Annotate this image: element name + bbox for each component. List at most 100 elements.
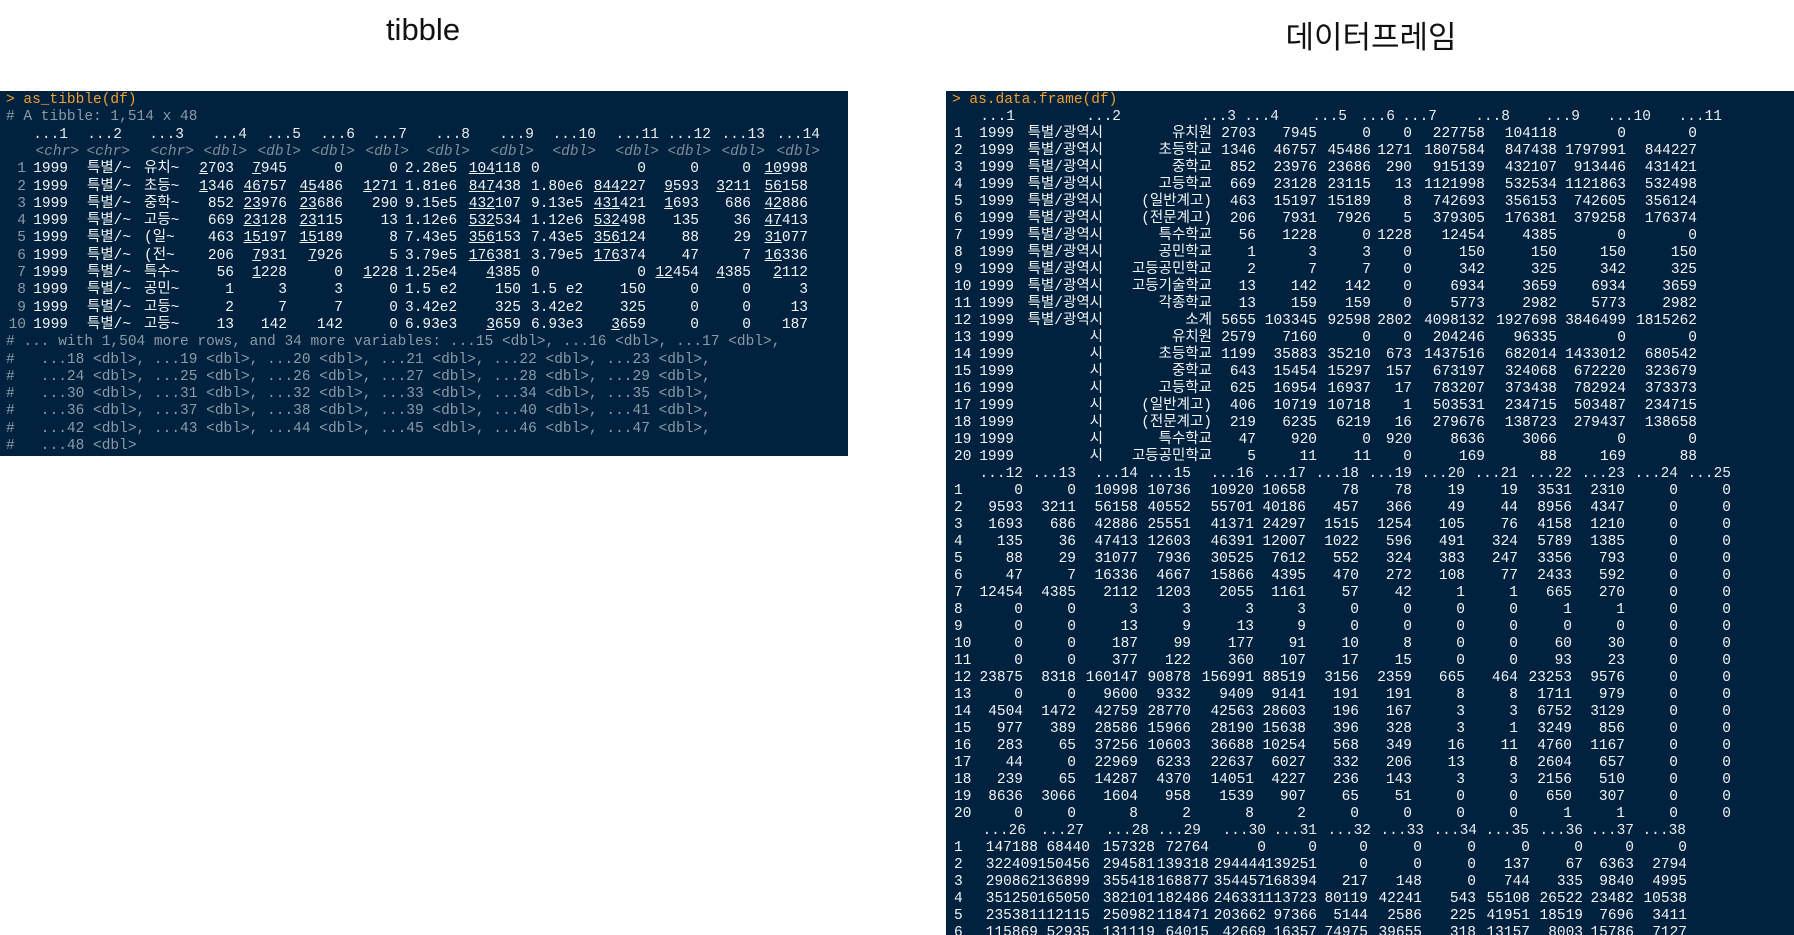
table-cell: 532534	[1504, 177, 1557, 193]
table-cell: 소계	[1185, 313, 1212, 329]
table-cell: 3	[334, 282, 343, 299]
table-cell: 1999	[979, 398, 1014, 414]
table-cell: 182486	[1156, 891, 1209, 907]
table-cell: 중학교	[1171, 160, 1212, 176]
table-cell: 1999	[33, 282, 68, 299]
table-cell: 10719	[1273, 398, 1317, 414]
table-cell: 1346	[199, 178, 234, 195]
tibble-console[interactable]: > as_tibble(df) # A tibble: 1,514 x 48 .…	[0, 91, 848, 456]
table-cell: 187	[781, 316, 808, 333]
table-cell: 142	[260, 316, 287, 333]
table-cell: 0	[690, 299, 699, 316]
table-cell: 65	[1341, 789, 1359, 805]
row-name: 11	[954, 653, 972, 669]
table-cell: 1807584	[1424, 143, 1485, 159]
table-cell: 979	[1598, 687, 1625, 703]
table-cell: 342	[1599, 262, 1626, 278]
table-cell: 169	[1599, 449, 1626, 465]
table-cell: 특별/~	[87, 316, 132, 333]
row-name: 7	[954, 228, 963, 244]
table-cell: 1437516	[1424, 347, 1485, 363]
column-header: ...11	[615, 126, 659, 143]
table-row: 1 147188 68440 157328 72764 0 0 0 0 0 0 0 0 0	[946, 840, 1794, 857]
table-cell: 42	[1394, 585, 1412, 601]
table-cell: 294444	[1213, 857, 1266, 873]
table-cell: 30	[1607, 636, 1625, 652]
column-type: <dbl>	[615, 143, 659, 160]
table-cell: 1210	[1590, 517, 1625, 533]
console-line: > as.data.frame(df)	[946, 92, 1794, 109]
table-cell: 0	[1669, 653, 1678, 669]
table-cell: 47	[681, 247, 699, 264]
table-cell: 1271	[1377, 143, 1412, 159]
table-cell: 0	[1521, 840, 1530, 856]
table-cell: 3066	[1041, 789, 1076, 805]
table-cell: 28586	[1094, 721, 1138, 737]
table-cell: 4385	[1041, 585, 1076, 601]
table-cell: 64015	[1165, 925, 1209, 935]
table-cell: 23253	[1528, 670, 1572, 686]
table-cell: 1999	[979, 245, 1014, 261]
column-type: <dbl>	[203, 143, 247, 160]
table-cell: 2802	[1377, 313, 1412, 329]
table-cell: 1	[1509, 585, 1518, 601]
table-row: 8 0 0 3 3 3 3 0 0 0 0 1 1 0 0	[946, 602, 1794, 619]
table-cell: 특별/광역시	[1027, 262, 1103, 278]
table-cell: 7696	[1599, 908, 1634, 924]
table-cell: 7	[278, 299, 287, 316]
column-header: ...7	[1402, 109, 1437, 125]
table-cell: 0	[1456, 602, 1465, 618]
table-cell: 0	[1456, 636, 1465, 652]
table-cell: 324068	[1504, 364, 1557, 380]
table-cell: 672220	[1573, 364, 1626, 380]
table-cell: 8	[1509, 687, 1518, 703]
row-number: 5	[17, 230, 26, 247]
table-row: 3 290862 136899 355418 168877 354457 168394 217…	[946, 874, 1794, 891]
footer-comment: # ...30 <dbl>, ...31 <dbl>, ...32 <dbl>,…	[6, 386, 711, 403]
table-cell: 7	[1067, 568, 1076, 584]
column-header: ...24	[1634, 466, 1678, 482]
column-header: ...20	[1421, 466, 1465, 482]
table-cell: 246331	[1213, 891, 1266, 907]
table-cell: 279676	[1432, 415, 1485, 431]
table-row: 6 115869 52935 131119 64015 42669 16357 74975 39…	[946, 925, 1794, 935]
table-cell: 18519	[1539, 908, 1583, 924]
table-cell: 1999	[979, 381, 1014, 397]
table-cell: 0	[637, 161, 646, 178]
row-name: 11	[954, 296, 972, 312]
table-cell: 4347	[1590, 500, 1625, 516]
row-name: 5	[954, 908, 963, 924]
table-cell: 204246	[1432, 330, 1485, 346]
table-cell: 특별/광역시	[1027, 296, 1103, 312]
table-cell: 80119	[1324, 891, 1368, 907]
table-cell: 특별/광역시	[1027, 143, 1103, 159]
column-type: <dbl>	[257, 143, 301, 160]
table-row: 2 1999 특별/광역시 초등학교 1346 46757 45486 1271 1807584…	[946, 143, 1794, 160]
table-cell: 0	[1403, 296, 1412, 312]
table-row: 5 235381 112115 250982 118471 203662 97366 5144…	[946, 908, 1794, 925]
console-line: # ...18 <dbl>, ...19 <dbl>, ...20 <dbl>,…	[0, 352, 848, 369]
table-cell: 0	[1403, 245, 1412, 261]
table-cell: 3356	[1537, 551, 1572, 567]
table-cell: 5144	[1333, 908, 1368, 924]
data-frame-console[interactable]: > as.data.frame(df) ...1 ...2 ...3 ...4 ...5…	[946, 91, 1794, 935]
table-cell: 14051	[1210, 772, 1254, 788]
table-cell: 150	[1530, 245, 1557, 261]
table-cell: 325	[619, 299, 646, 316]
table-cell: 0	[1669, 636, 1678, 652]
column-header: ...19	[1368, 466, 1412, 482]
table-cell: 742605	[1573, 194, 1626, 210]
table-cell: 7926	[1336, 211, 1371, 227]
table-cell: 0	[1362, 126, 1371, 142]
table-cell: 60	[1554, 636, 1572, 652]
table-cell: 150	[1458, 245, 1485, 261]
table-cell: 0	[1014, 483, 1023, 499]
row-name: 1	[954, 126, 963, 142]
table-cell: 7.43e5	[405, 230, 458, 247]
table-cell: 99	[1173, 636, 1191, 652]
table-cell: 44	[1500, 500, 1518, 516]
table-cell: 356124	[593, 230, 646, 247]
table-cell: 0	[1067, 483, 1076, 499]
table-cell: 시	[1089, 432, 1103, 448]
table-cell: 491	[1438, 534, 1465, 550]
